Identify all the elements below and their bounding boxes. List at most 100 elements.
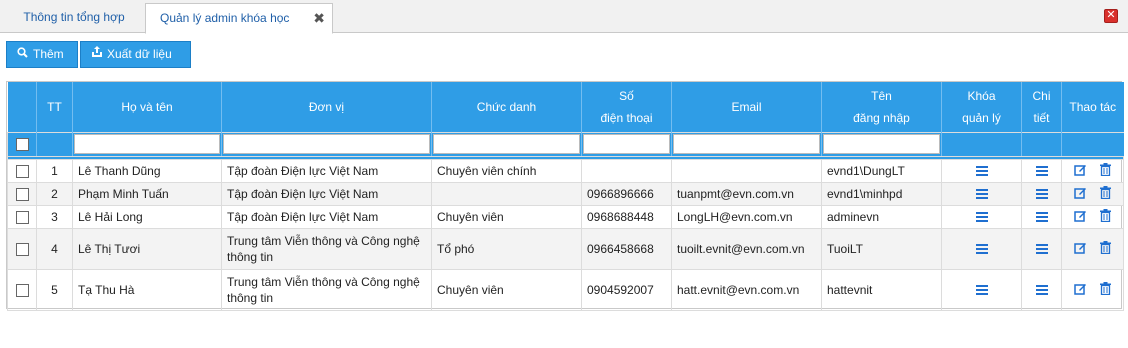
row-username: hattevnit xyxy=(821,268,942,311)
col-title[interactable]: Chức danh xyxy=(431,82,582,132)
manage-courses-button[interactable] xyxy=(941,158,1022,183)
row-checkbox[interactable] xyxy=(15,283,29,297)
row-name: Lê Hải Long xyxy=(72,204,222,229)
row-name: Lê Thanh Dũng xyxy=(72,158,222,183)
edit-icon[interactable] xyxy=(1074,283,1086,298)
detail-button[interactable] xyxy=(1021,227,1062,270)
admin-grid: TT Họ và tên Đơn vị Chức danh Số điện tho… xyxy=(6,81,1124,311)
table-row[interactable]: 3 Lê Hải Long Tập đoàn Điện lực Việt Nam Ch… xyxy=(7,204,1124,229)
export-button-label: Xuất dữ liệu xyxy=(107,47,172,61)
row-username: adminevn xyxy=(821,204,942,229)
edit-icon[interactable] xyxy=(1074,187,1086,202)
row-email: LongLH@evn.com.vn xyxy=(671,204,822,229)
add-button[interactable]: Thêm xyxy=(6,41,78,68)
table-row[interactable]: 4 Lê Thị Tươi Trung tâm Viễn thông và Công… xyxy=(7,227,1124,270)
trash-icon[interactable] xyxy=(1100,240,1111,257)
list-icon xyxy=(975,285,988,296)
list-icon xyxy=(1035,212,1048,223)
row-unit: Tập đoàn Điện lực Việt Nam xyxy=(221,204,432,229)
export-button[interactable]: Xuất dữ liệu xyxy=(80,41,191,68)
tab-bar: Thông tin tổng hợp Quản lý admin khóa họ… xyxy=(0,0,1128,34)
list-icon xyxy=(1035,189,1048,200)
window-close-icon[interactable]: ✕ xyxy=(1104,9,1118,23)
col-unit[interactable]: Đơn vị xyxy=(221,82,432,132)
list-icon xyxy=(1035,166,1048,177)
row-username: evnd1\DungLT xyxy=(821,158,942,183)
row-phone xyxy=(581,158,672,183)
row-title xyxy=(431,181,582,206)
row-name: Phạm Minh Tuấn xyxy=(72,181,222,206)
edit-icon[interactable] xyxy=(1074,210,1086,225)
filter-title-input[interactable] xyxy=(433,134,580,154)
row-title: Chuyên viên chính xyxy=(431,158,582,183)
zoom-icon xyxy=(17,43,29,68)
trash-icon[interactable] xyxy=(1100,208,1111,225)
row-tt: 1 xyxy=(36,158,73,183)
row-phone: 0904592007 xyxy=(581,268,672,311)
col-username[interactable]: Tên đăng nhập xyxy=(821,82,942,132)
row-checkbox[interactable] xyxy=(15,187,29,201)
list-icon xyxy=(1035,244,1048,255)
detail-button[interactable] xyxy=(1021,181,1062,206)
list-icon xyxy=(1035,285,1048,296)
table-row[interactable]: 5 Tạ Thu Hà Trung tâm Viễn thông và Công n… xyxy=(7,268,1124,311)
col-detail: Chi tiết xyxy=(1021,82,1062,132)
row-email xyxy=(671,158,822,183)
trash-icon[interactable] xyxy=(1100,162,1111,179)
row-unit: Tập đoàn Điện lực Việt Nam xyxy=(221,158,432,183)
row-email: hatt.evnit@evn.com.vn xyxy=(671,268,822,311)
row-tt: 2 xyxy=(36,181,73,206)
table-row[interactable]: 2 Phạm Minh Tuấn Tập đoàn Điện lực Việt Na… xyxy=(7,181,1124,206)
manage-courses-button[interactable] xyxy=(941,227,1022,270)
row-username: TuoiLT xyxy=(821,227,942,270)
filter-unit-input[interactable] xyxy=(223,134,430,154)
row-tt: 3 xyxy=(36,204,73,229)
col-phone[interactable]: Số điện thoại xyxy=(581,82,672,132)
tab-course-admin[interactable]: Quản lý admin khóa học ✖ xyxy=(145,3,333,34)
tab-course-admin-label: Quản lý admin khóa học xyxy=(160,11,290,25)
edit-icon[interactable] xyxy=(1074,164,1086,179)
trash-icon[interactable] xyxy=(1100,185,1111,202)
add-button-label: Thêm xyxy=(33,47,64,61)
row-phone: 0968688448 xyxy=(581,204,672,229)
row-title: Chuyên viên xyxy=(431,268,582,311)
export-icon xyxy=(91,43,103,68)
row-unit: Tập đoàn Điện lực Việt Nam xyxy=(221,181,432,206)
filter-email-input[interactable] xyxy=(673,134,820,154)
tab-overview[interactable]: Thông tin tổng hợp xyxy=(6,3,142,33)
row-tt: 4 xyxy=(36,227,73,270)
list-icon xyxy=(975,212,988,223)
row-name: Tạ Thu Hà xyxy=(72,268,222,311)
row-title: Chuyên viên xyxy=(431,204,582,229)
detail-button[interactable] xyxy=(1021,204,1062,229)
filter-username-input[interactable] xyxy=(823,134,940,154)
filter-row xyxy=(7,131,1124,157)
select-all-checkbox[interactable] xyxy=(15,138,29,152)
col-manage: Khóa quản lý xyxy=(941,82,1022,132)
detail-button[interactable] xyxy=(1021,158,1062,183)
row-checkbox[interactable] xyxy=(15,164,29,178)
tab-close-icon[interactable]: ✖ xyxy=(313,4,325,32)
row-unit: Trung tâm Viễn thông và Công nghệ thông … xyxy=(221,268,432,311)
filter-name-input[interactable] xyxy=(74,134,220,154)
list-icon xyxy=(975,189,988,200)
edit-icon[interactable] xyxy=(1074,242,1086,257)
list-icon xyxy=(975,244,988,255)
row-checkbox[interactable] xyxy=(15,210,29,224)
row-name: Lê Thị Tươi xyxy=(72,227,222,270)
manage-courses-button[interactable] xyxy=(941,181,1022,206)
col-tt: TT xyxy=(36,82,73,132)
col-name[interactable]: Họ và tên xyxy=(72,82,222,132)
list-icon xyxy=(975,166,988,177)
row-username: evnd1\minhpd xyxy=(821,181,942,206)
detail-button[interactable] xyxy=(1021,268,1062,311)
manage-courses-button[interactable] xyxy=(941,204,1022,229)
row-phone: 0966458668 xyxy=(581,227,672,270)
row-title: Tổ phó xyxy=(431,227,582,270)
filter-phone-input[interactable] xyxy=(583,134,670,154)
table-row[interactable]: 1 Lê Thanh Dũng Tập đoàn Điện lực Việt Nam… xyxy=(7,158,1124,183)
trash-icon[interactable] xyxy=(1100,281,1111,298)
manage-courses-button[interactable] xyxy=(941,268,1022,311)
col-email[interactable]: Email xyxy=(671,82,822,132)
row-checkbox[interactable] xyxy=(15,242,29,256)
